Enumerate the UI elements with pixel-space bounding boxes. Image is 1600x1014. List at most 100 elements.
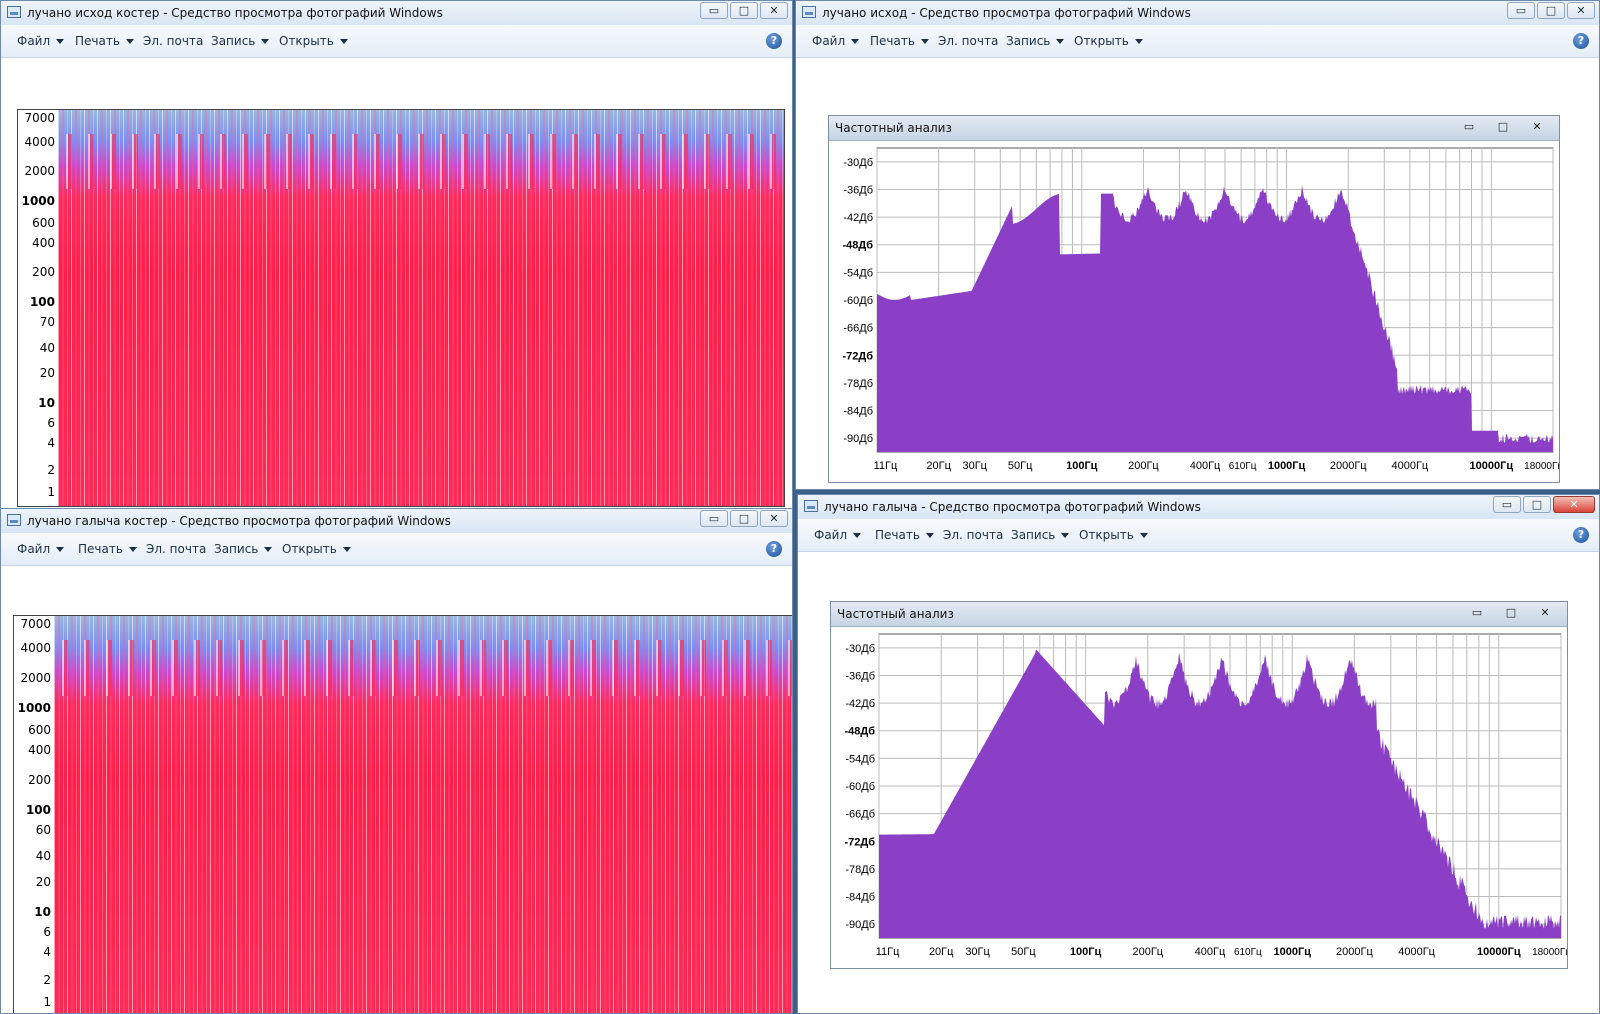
y-tick-label: 4 bbox=[47, 436, 55, 450]
maximize-button[interactable]: □ bbox=[1495, 605, 1527, 621]
minimize-button[interactable]: ▭ bbox=[700, 2, 728, 19]
menu-burn[interactable]: Запись bbox=[1006, 34, 1064, 48]
photo-viewer-icon bbox=[7, 514, 21, 526]
title-bar[interactable]: лучано галыча костер - Средство просмотр… bbox=[1, 509, 792, 534]
minimize-button[interactable]: ▭ bbox=[1453, 119, 1485, 135]
y-tick-label: 4 bbox=[43, 945, 51, 959]
chevron-down-icon bbox=[1140, 533, 1148, 538]
y-tick-label: 4000 bbox=[24, 135, 55, 149]
title-bar[interactable]: лучано исход костер - Средство просмотра… bbox=[1, 1, 792, 26]
hz-tick-label: 4000Гц bbox=[1391, 460, 1428, 472]
spectrogram-y-axis: 7000 4000 2000 1000 600 400 200 100 70 40 20 10 6 4 2 1 bbox=[18, 110, 58, 506]
y-tick-label: 200 bbox=[28, 773, 51, 787]
y-tick-label: 20 bbox=[36, 875, 51, 889]
db-tick-label: -60Дб bbox=[843, 295, 873, 307]
title-bar[interactable]: лучано исход - Средство просмотра фотогр… bbox=[796, 1, 1599, 26]
db-tick-label: -48Дб bbox=[844, 726, 875, 738]
db-tick-label: -30Дб bbox=[843, 157, 873, 169]
chevron-down-icon bbox=[851, 39, 859, 44]
panel-title-bar: Частотный анализ ▭ □ ✕ bbox=[829, 116, 1559, 141]
db-tick-label: -36Дб bbox=[843, 184, 873, 196]
hz-tick-label: 400Гц bbox=[1190, 460, 1221, 472]
hz-tick-label: 50Гц bbox=[1011, 946, 1036, 958]
y-tick-label: 2 bbox=[43, 973, 51, 987]
maximize-button[interactable]: □ bbox=[730, 2, 758, 19]
viewer-window-bottom-right: лучано галыча - Средство просмотра фотог… bbox=[797, 494, 1600, 1014]
menu-print[interactable]: Печать bbox=[875, 528, 934, 542]
close-button[interactable]: ✕ bbox=[1553, 496, 1595, 513]
menu-open[interactable]: Открыть bbox=[1079, 528, 1148, 542]
y-tick-label: 1000 bbox=[18, 701, 51, 715]
menu-burn[interactable]: Запись bbox=[211, 34, 269, 48]
y-tick-label: 10 bbox=[34, 905, 51, 919]
frequency-chart: -30Дб-36Дб-42Дб-48Дб-54Дб-60Дб-66Дб-72Дб… bbox=[829, 140, 1559, 482]
maximize-button[interactable]: □ bbox=[1523, 496, 1551, 513]
help-icon[interactable]: ? bbox=[766, 33, 782, 49]
menu-file[interactable]: Файл bbox=[17, 34, 64, 48]
photo-viewer-icon bbox=[7, 6, 21, 18]
menu-file[interactable]: Файл bbox=[812, 34, 859, 48]
minimize-button[interactable]: ▭ bbox=[1461, 605, 1493, 621]
db-tick-label: -42Дб bbox=[843, 212, 873, 224]
menu-email[interactable]: Эл. почта bbox=[146, 542, 206, 556]
menu-email[interactable]: Эл. почта bbox=[143, 34, 203, 48]
menu-open[interactable]: Открыть bbox=[282, 542, 351, 556]
y-tick-label: 1 bbox=[47, 485, 55, 499]
hz-tick-label: 18000Гц bbox=[1524, 461, 1559, 472]
close-button[interactable]: ✕ bbox=[1567, 2, 1595, 19]
viewer-window-bottom-left: лучано галыча костер - Средство просмотр… bbox=[0, 508, 793, 1014]
y-tick-label: 7000 bbox=[20, 617, 51, 631]
window-title: лучано галыча костер - Средство просмотр… bbox=[27, 514, 451, 528]
menu-email[interactable]: Эл. почта bbox=[943, 528, 1003, 542]
db-tick-label: -84Дб bbox=[843, 406, 873, 418]
panel-title-bar: Частотный анализ ▭ □ ✕ bbox=[831, 602, 1567, 627]
frequency-analysis-panel: Частотный анализ ▭ □ ✕ -30Дб -36Дб -42Дб -4… bbox=[828, 115, 1560, 483]
chevron-down-icon bbox=[853, 533, 861, 538]
y-tick-label: 6 bbox=[43, 925, 51, 939]
hz-tick-label: 18000Гц bbox=[1532, 947, 1567, 958]
minimize-button[interactable]: ▭ bbox=[700, 510, 728, 527]
menu-print[interactable]: Печать bbox=[870, 34, 929, 48]
title-bar[interactable]: лучано галыча - Средство просмотра фотог… bbox=[798, 495, 1599, 520]
chevron-down-icon bbox=[261, 39, 269, 44]
db-tick-label: -60Дб bbox=[845, 781, 875, 793]
close-button[interactable]: ✕ bbox=[760, 2, 788, 19]
y-tick-label: 600 bbox=[28, 723, 51, 737]
menu-bar: Файл Печать Эл. почта Запись Открыть ? bbox=[798, 519, 1599, 552]
y-tick-label: 2000 bbox=[20, 671, 51, 685]
menu-email[interactable]: Эл. почта bbox=[938, 34, 998, 48]
menu-open[interactable]: Открыть bbox=[279, 34, 348, 48]
hz-tick-label: 4000Гц bbox=[1398, 946, 1435, 958]
close-button[interactable]: ✕ bbox=[1521, 119, 1553, 135]
y-tick-label: 40 bbox=[40, 341, 55, 355]
menu-file[interactable]: Файл bbox=[814, 528, 861, 542]
maximize-button[interactable]: □ bbox=[1537, 2, 1565, 19]
maximize-button[interactable]: □ bbox=[730, 510, 758, 527]
menu-print[interactable]: Печать bbox=[78, 542, 137, 556]
hz-tick-label: 1000Гц bbox=[1268, 460, 1306, 472]
y-tick-label: 6 bbox=[47, 416, 55, 430]
hz-tick-label: 11Гц bbox=[876, 946, 900, 958]
hz-tick-label: 11Гц bbox=[874, 460, 898, 472]
menu-open[interactable]: Открыть bbox=[1074, 34, 1143, 48]
help-icon[interactable]: ? bbox=[766, 541, 782, 557]
menu-burn[interactable]: Запись bbox=[214, 542, 272, 556]
photo-viewer-icon bbox=[802, 6, 816, 18]
menu-burn[interactable]: Запись bbox=[1011, 528, 1069, 542]
minimize-button[interactable]: ▭ bbox=[1507, 2, 1535, 19]
menu-file[interactable]: Файл bbox=[17, 542, 64, 556]
db-tick-label: -90Дб bbox=[843, 433, 873, 445]
photo-viewer-icon bbox=[804, 500, 818, 512]
db-tick-label: -54Дб bbox=[845, 753, 875, 765]
y-tick-label: 100 bbox=[30, 295, 55, 309]
menu-print[interactable]: Печать bbox=[75, 34, 134, 48]
maximize-button[interactable]: □ bbox=[1487, 119, 1519, 135]
hz-tick-label: 610Гц bbox=[1234, 947, 1262, 958]
close-button[interactable]: ✕ bbox=[760, 510, 788, 527]
help-icon[interactable]: ? bbox=[1573, 527, 1589, 543]
minimize-button[interactable]: ▭ bbox=[1493, 496, 1521, 513]
close-button[interactable]: ✕ bbox=[1529, 605, 1561, 621]
y-tick-label: 10 bbox=[38, 396, 55, 410]
help-icon[interactable]: ? bbox=[1573, 33, 1589, 49]
window-title: лучано галыча - Средство просмотра фотог… bbox=[824, 500, 1201, 514]
